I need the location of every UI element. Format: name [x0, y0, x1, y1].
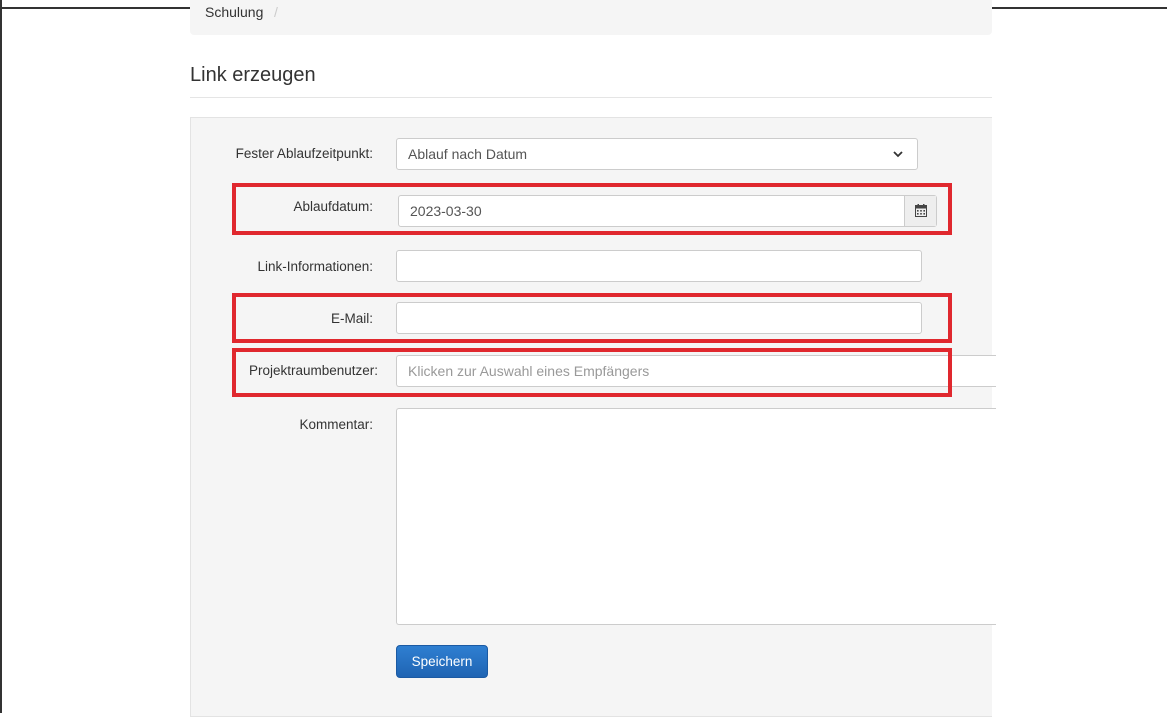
- chevron-down-icon: [893, 151, 903, 158]
- title-divider: [190, 97, 992, 98]
- link-info-input[interactable]: [396, 250, 922, 282]
- comment-label: Kommentar:: [299, 417, 373, 432]
- frame-left-border: [0, 0, 2, 713]
- expiry-mode-select[interactable]: Ablauf nach Datum: [396, 138, 918, 170]
- save-button[interactable]: Speichern: [396, 645, 488, 678]
- breadcrumb-separator: /: [274, 4, 278, 20]
- page-title: Link erzeugen: [190, 64, 316, 86]
- highlight-box-project-user: [232, 348, 952, 397]
- expiry-mode-label: Fester Ablaufzeitpunkt:: [235, 146, 373, 161]
- breadcrumb-item-schulung[interactable]: Schulung: [205, 4, 263, 20]
- comment-textarea[interactable]: [396, 408, 996, 625]
- link-info-label: Link-Informationen:: [257, 259, 373, 274]
- highlight-box-email: [232, 293, 952, 343]
- expiry-mode-value: Ablauf nach Datum: [408, 146, 528, 162]
- breadcrumb: Schulung /: [190, 0, 992, 35]
- highlight-box-expiry-date: [232, 183, 952, 235]
